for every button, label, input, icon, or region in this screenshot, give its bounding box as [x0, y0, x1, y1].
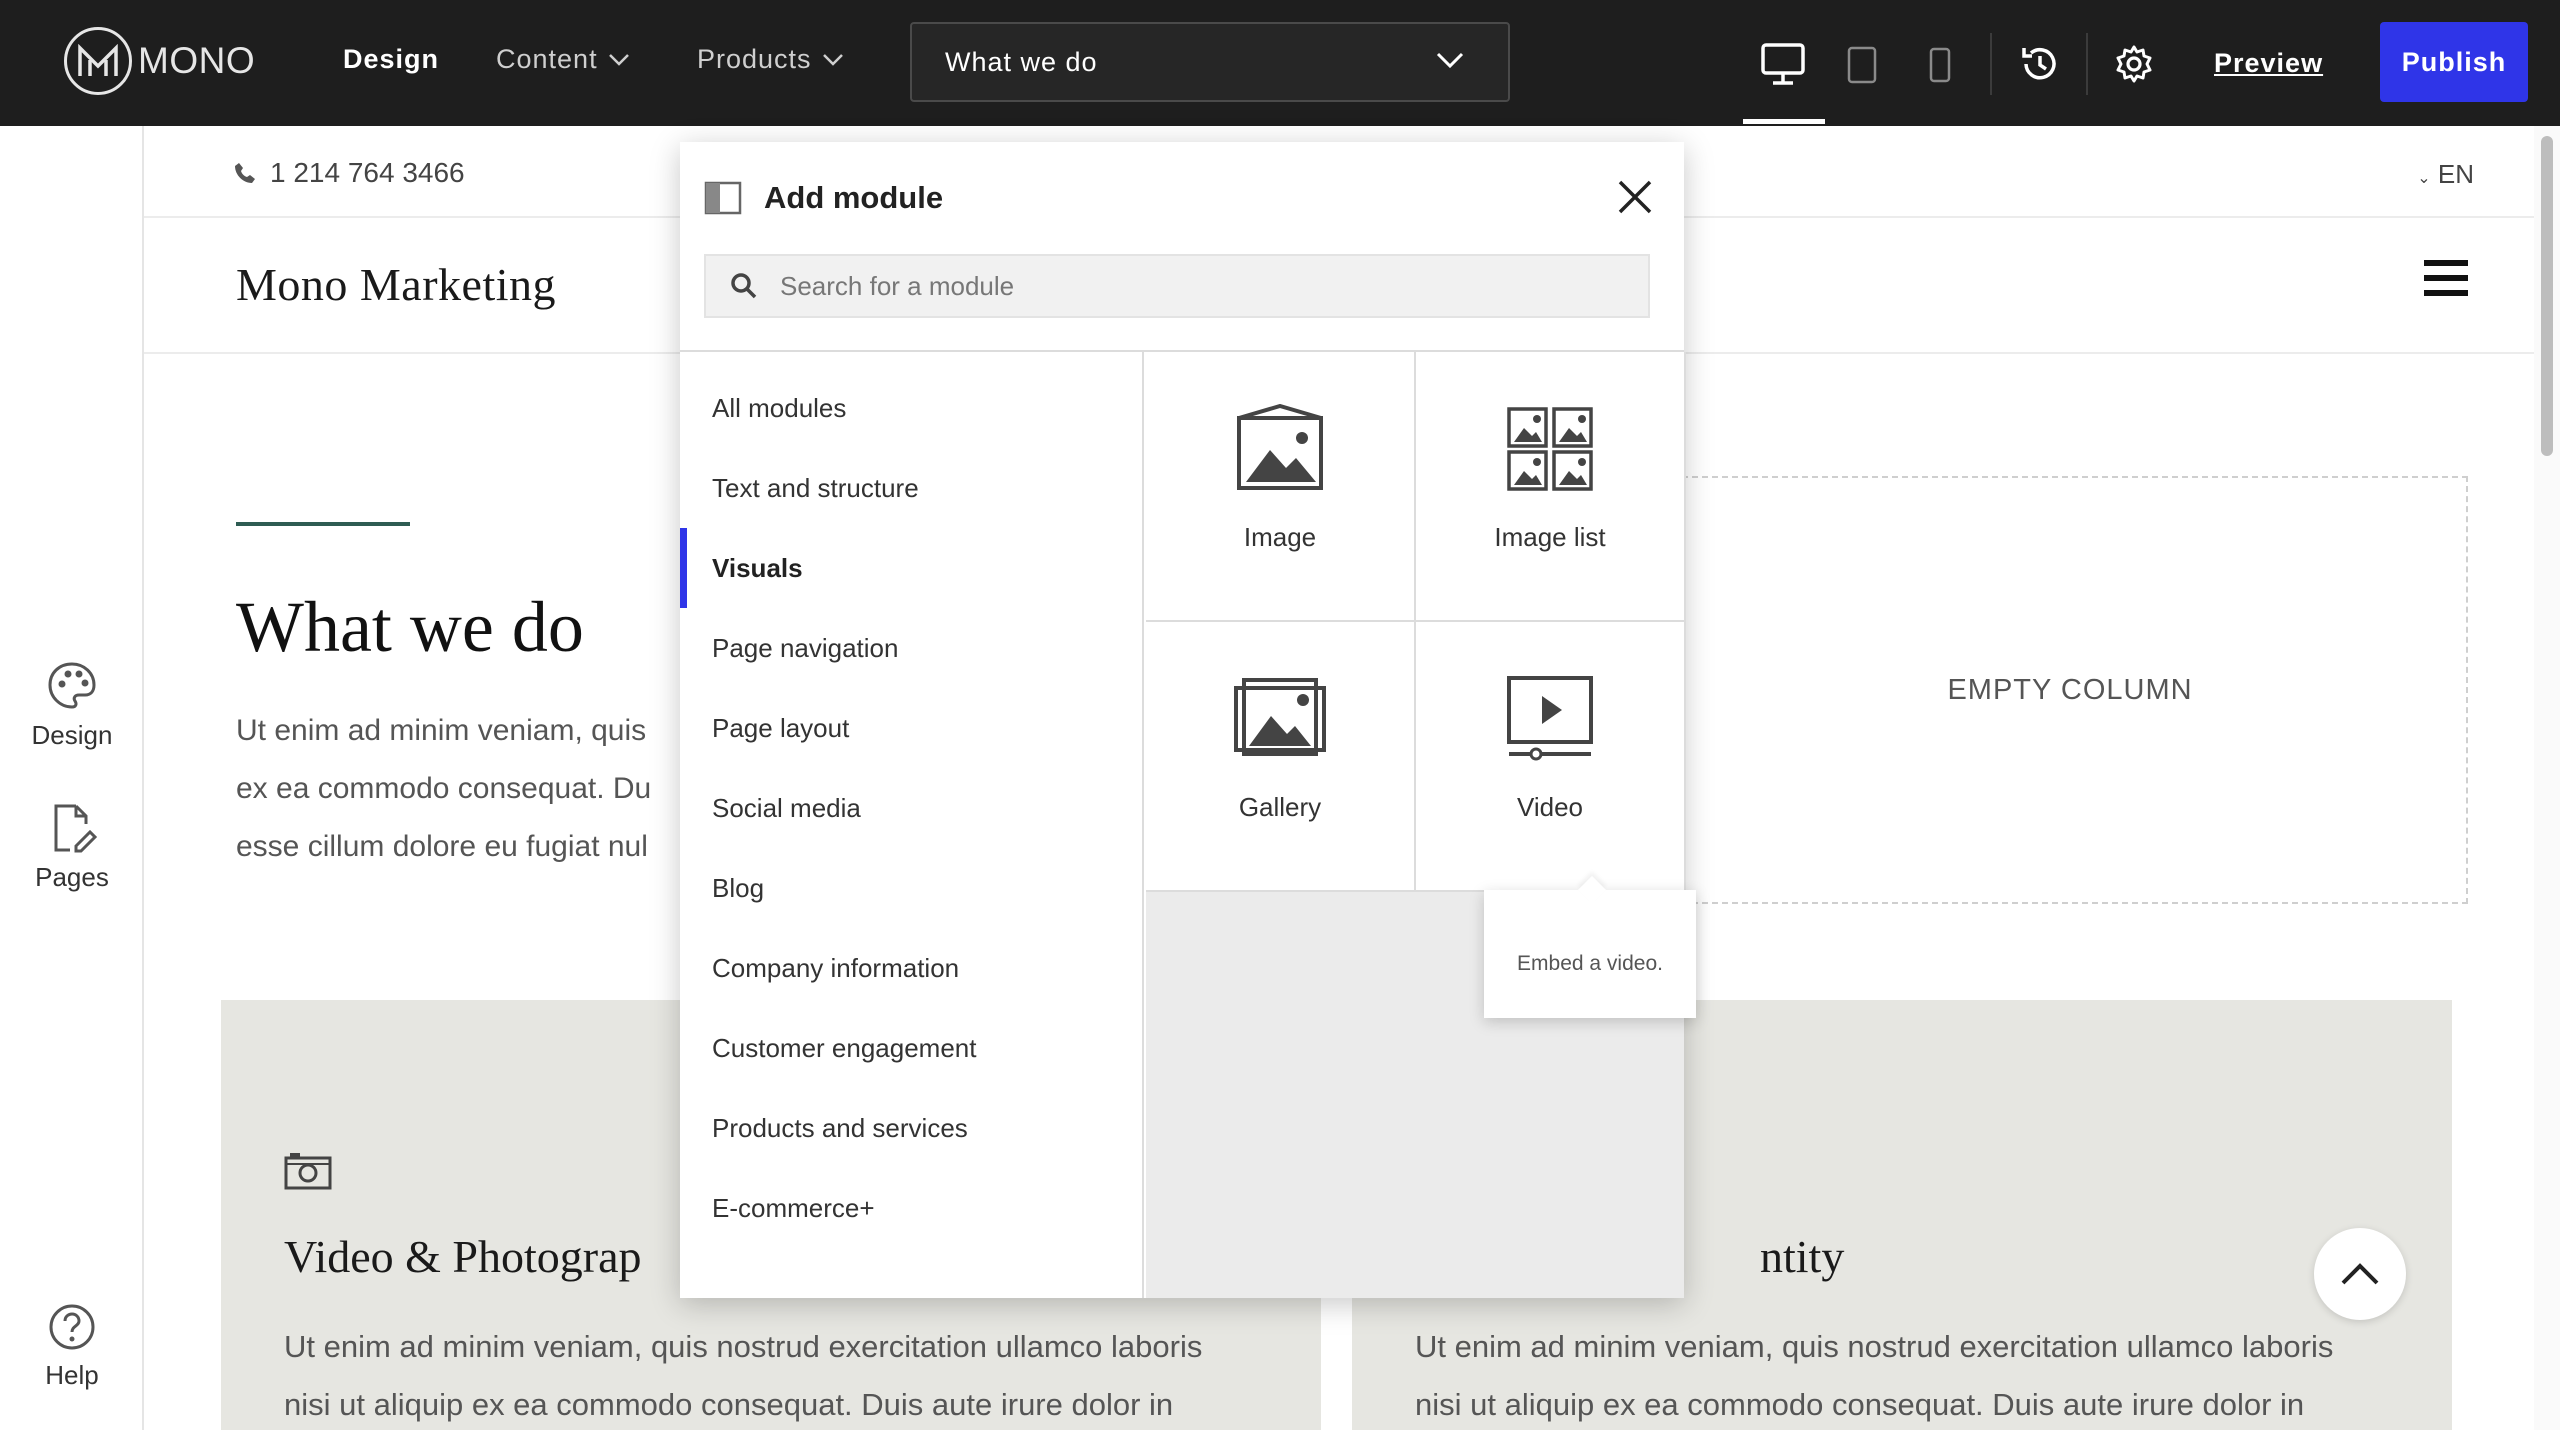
site-name[interactable]: Mono Marketing: [236, 258, 556, 311]
desktop-view-button[interactable]: [1760, 42, 1806, 91]
chevron-down-icon: [608, 53, 629, 66]
close-icon: [1618, 180, 1652, 214]
category-page-navigation[interactable]: Page navigation: [680, 608, 1142, 688]
history-button[interactable]: [2018, 44, 2060, 89]
sidebar-help-label: Help: [45, 1360, 99, 1390]
active-device-indicator: [1743, 119, 1825, 124]
help-icon: [49, 1304, 95, 1350]
image-list-icon: [1507, 407, 1593, 491]
tooltip-text: Embed a video.: [1517, 952, 1663, 975]
module-search-input[interactable]: [780, 270, 1580, 302]
vertical-scrollbar[interactable]: [2534, 126, 2560, 1430]
category-all-modules[interactable]: All modules: [680, 368, 1142, 448]
module-video-label: Video: [1516, 792, 1584, 822]
palette-icon: [48, 662, 96, 709]
scrollbar-thumb[interactable]: [2541, 136, 2553, 456]
page-selector-value: What we do: [945, 46, 1098, 77]
history-icon: [2022, 47, 2056, 80]
tablet-icon: [1847, 46, 1877, 84]
sidebar-help-button[interactable]: Help: [0, 1302, 144, 1391]
chevron-up-icon: [2341, 1263, 2379, 1285]
logo-text: MONO: [138, 40, 256, 81]
card-2-text: Ut enim ad minim veniam, quis nostrud ex…: [1415, 1329, 2334, 1422]
preview-link[interactable]: Preview: [2214, 48, 2323, 79]
category-text-and-structure[interactable]: Text and structure: [680, 448, 1142, 528]
hamburger-menu-button[interactable]: [2424, 260, 2468, 301]
module-gallery-label: Gallery: [1238, 792, 1322, 822]
sidebar-design-label: Design: [31, 720, 113, 750]
language-label: EN: [2437, 159, 2474, 189]
phone-icon: [235, 163, 255, 183]
category-customer-engagement[interactable]: Customer engagement: [680, 1008, 1142, 1088]
page-edit-icon: [54, 804, 98, 853]
settings-button[interactable]: [2114, 44, 2154, 89]
mono-logo-icon: [64, 27, 132, 95]
hamburger-icon: [2424, 260, 2468, 296]
close-panel-button[interactable]: [1616, 178, 1654, 221]
empty-column[interactable]: EMPTY COLUMN: [1672, 476, 2468, 904]
phone-number-text: 1 214 764 3466: [270, 157, 465, 188]
sidebar-pages-label: Pages: [35, 862, 109, 892]
module-grid: Image Image list Gallery Video: [1146, 352, 1686, 1298]
nav-products[interactable]: Products: [697, 44, 844, 75]
panel-header: Add module: [680, 142, 1684, 352]
add-module-panel: Add module All modules Text and structur…: [680, 142, 1686, 1298]
card-2-title: ntity: [1760, 1231, 1845, 1282]
left-sidebar: Design Pages Help: [0, 126, 144, 1430]
module-image-list-label: Image list: [1494, 522, 1606, 552]
publish-button[interactable]: Publish: [2380, 22, 2528, 102]
category-page-layout[interactable]: Page layout: [680, 688, 1142, 768]
sidebar-pages-button[interactable]: Pages: [0, 802, 144, 893]
nav-products-label: Products: [697, 44, 812, 74]
mobile-icon: [1929, 47, 1951, 83]
module-video[interactable]: Video: [1416, 622, 1686, 892]
top-bar: MONO Design Content Products What we do …: [0, 0, 2560, 126]
phone-number[interactable]: 1 214 764 3466: [234, 157, 465, 189]
module-gallery[interactable]: Gallery: [1146, 622, 1416, 892]
module-image[interactable]: Image: [1146, 352, 1416, 622]
card-1-title: Video & Photograp: [284, 1231, 642, 1282]
panel-layout-icon: [704, 181, 742, 215]
search-icon: [731, 273, 757, 299]
sidebar-design-button[interactable]: Design: [0, 660, 144, 751]
nav-content-label: Content: [496, 44, 598, 74]
tablet-view-button[interactable]: [1845, 46, 1879, 89]
mono-logo[interactable]: MONO: [64, 27, 255, 95]
category-products-and-services[interactable]: Products and services: [680, 1088, 1142, 1168]
module-category-list: All modules Text and structure Visuals P…: [680, 352, 1144, 1298]
camera-icon: [284, 1153, 332, 1190]
panel-title: Add module: [764, 180, 944, 215]
nav-content[interactable]: Content: [496, 44, 630, 75]
accent-divider: [236, 522, 410, 526]
gallery-icon: [1234, 678, 1326, 756]
chevron-down-icon: ⌄: [2417, 170, 2431, 187]
image-icon: [1237, 404, 1323, 490]
category-e-commerce[interactable]: E-commerce+: [680, 1168, 1142, 1248]
card-1-text: Ut enim ad minim veniam, quis nostrud ex…: [284, 1329, 1203, 1422]
module-image-list[interactable]: Image list: [1416, 352, 1686, 622]
panel-dock-button[interactable]: [704, 181, 742, 220]
nav-design[interactable]: Design: [343, 44, 439, 75]
category-visuals[interactable]: Visuals: [680, 528, 1142, 608]
desktop-icon: [1761, 43, 1805, 85]
video-module-tooltip: Embed a video.: [1484, 890, 1696, 1018]
scroll-to-top-button[interactable]: [2314, 1228, 2406, 1320]
mobile-view-button[interactable]: [1928, 47, 1952, 88]
video-icon: [1507, 676, 1593, 761]
toolbar-separator: [2086, 33, 2088, 95]
nav-design-label: Design: [343, 44, 440, 74]
category-company-information[interactable]: Company information: [680, 928, 1142, 1008]
empty-column-label: EMPTY COLUMN: [1947, 673, 2193, 706]
module-search-box[interactable]: [704, 254, 1650, 318]
category-social-media[interactable]: Social media: [680, 768, 1142, 848]
language-selector[interactable]: ⌄ EN: [2417, 159, 2474, 190]
chevron-down-icon: [822, 53, 843, 66]
hero-title[interactable]: What we do: [236, 586, 584, 669]
gear-icon: [2116, 45, 2152, 83]
category-blog[interactable]: Blog: [680, 848, 1142, 928]
chevron-down-icon: [1436, 52, 1464, 69]
page-selector[interactable]: What we do: [910, 22, 1510, 102]
module-image-label: Image: [1243, 522, 1317, 552]
toolbar-separator: [1990, 33, 1992, 95]
